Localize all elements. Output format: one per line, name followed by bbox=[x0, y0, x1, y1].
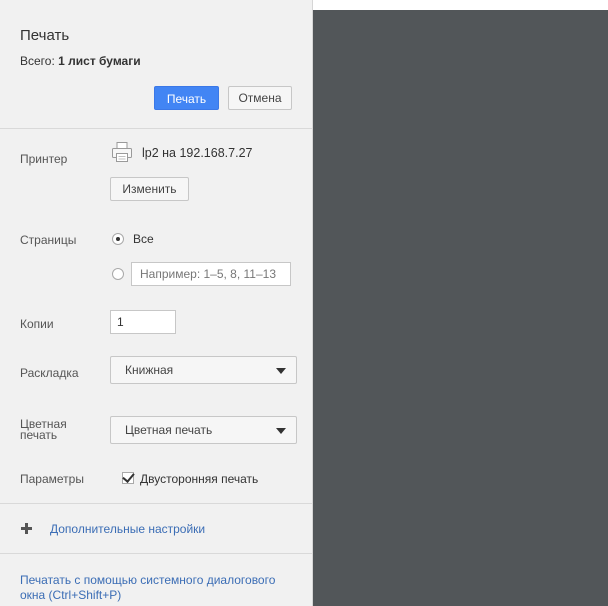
printer-label: Принтер bbox=[20, 152, 68, 166]
cancel-button[interactable]: Отмена bbox=[228, 86, 292, 110]
print-preview-area bbox=[313, 10, 608, 606]
duplex-label: Двусторонняя печать bbox=[140, 472, 259, 486]
copies-label: Копии bbox=[20, 317, 54, 331]
color-value: Цветная печать bbox=[125, 423, 213, 437]
layout-select[interactable]: Книжная bbox=[110, 356, 297, 384]
page-title: Печать bbox=[20, 27, 70, 44]
copies-input[interactable]: 1 bbox=[110, 310, 176, 334]
color-label: Цветная печать bbox=[20, 417, 67, 442]
layout-label: Раскладка bbox=[20, 366, 79, 380]
print-settings-sidebar: Печать Всего: 1 лист бумаги Печать Отмен… bbox=[0, 0, 313, 606]
system-dialog-link[interactable]: Печатать с помощью системного диалоговог… bbox=[20, 573, 290, 603]
sheet-total: Всего: 1 лист бумаги bbox=[20, 54, 141, 68]
printer-name: lp2 на 192.168.7.27 bbox=[142, 146, 253, 160]
plus-icon[interactable] bbox=[21, 523, 32, 534]
printer-icon bbox=[112, 142, 132, 162]
pages-range-radio[interactable] bbox=[112, 268, 124, 280]
pages-label: Страницы bbox=[20, 233, 77, 247]
chevron-down-icon bbox=[276, 428, 286, 434]
divider bbox=[0, 553, 312, 554]
color-select[interactable]: Цветная печать bbox=[110, 416, 297, 444]
pages-range-input[interactable]: Например: 1–5, 8, 11–13 bbox=[131, 262, 291, 286]
options-label: Параметры bbox=[20, 472, 84, 486]
divider bbox=[0, 503, 312, 504]
print-header: Печать Всего: 1 лист бумаги Печать Отмен… bbox=[0, 0, 312, 129]
total-label: Всего: bbox=[20, 54, 55, 68]
total-value: 1 лист бумаги bbox=[58, 54, 141, 68]
advanced-settings-link[interactable]: Дополнительные настройки bbox=[50, 522, 205, 536]
pages-all-radio[interactable] bbox=[112, 233, 124, 245]
print-button[interactable]: Печать bbox=[154, 86, 219, 110]
chevron-down-icon bbox=[276, 368, 286, 374]
layout-value: Книжная bbox=[125, 363, 174, 377]
pages-all-label: Все bbox=[133, 232, 154, 246]
duplex-checkbox[interactable] bbox=[122, 470, 135, 484]
checkmark-icon bbox=[122, 470, 135, 483]
change-printer-button[interactable]: Изменить bbox=[110, 177, 189, 201]
